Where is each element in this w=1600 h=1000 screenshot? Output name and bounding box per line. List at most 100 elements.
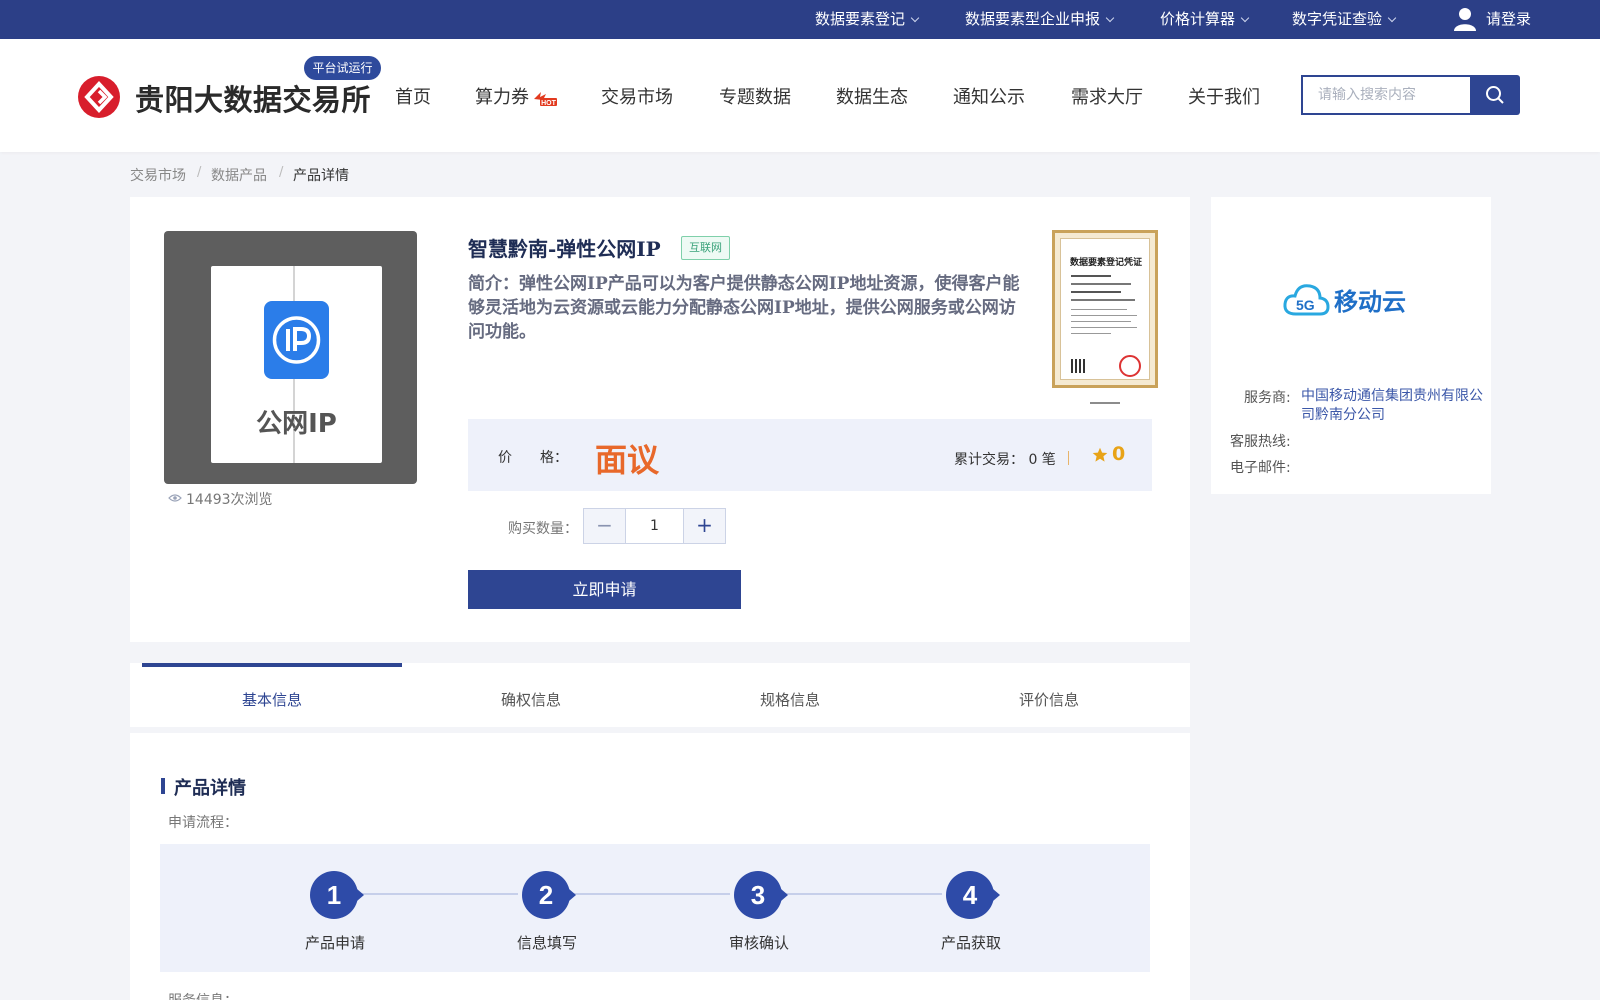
certificate-line [1071, 309, 1127, 310]
certificate-line [1071, 333, 1111, 334]
breadcrumb-current: 产品详情 [293, 168, 349, 184]
logo-icon[interactable] [78, 76, 120, 118]
product-image: 公网IP [164, 231, 417, 484]
flow-step-name: 产品获取 [940, 934, 1001, 952]
registration-certificate[interactable]: 数据要素登记凭证 [1052, 230, 1158, 388]
application-flow-label: 申请流程： [168, 815, 238, 831]
flow-step-name: 审核确认 [728, 934, 789, 952]
product-description: 简介：弹性公网IP产品可以为客户提供静态公网IP地址资源，使得客户能够灵活地为云… [468, 274, 1020, 342]
search-input[interactable] [1301, 75, 1471, 115]
provider-name[interactable]: 中国移动通信集团贵州有限公司黔南分公司 [1301, 387, 1487, 425]
certificate-line [1071, 321, 1131, 322]
product-image-label: 公网IP [256, 409, 337, 439]
hot-badge-icon: HOT [534, 92, 557, 107]
nav-demand-hall[interactable]: 需求大厅 [1071, 83, 1143, 109]
price-label: 价 格： [498, 450, 568, 466]
topbar-link-price-calculator[interactable]: 价格计算器 [1160, 0, 1250, 39]
trade-count: 累计交易： 0 笔 [954, 452, 1056, 468]
flow-connector [570, 893, 730, 895]
breadcrumb-data-products[interactable]: 数据产品 [211, 165, 267, 185]
chevron-down-icon [1105, 13, 1115, 23]
certificate-title: 数据要素登记凭证 [1069, 258, 1142, 268]
flow-step-name: 产品申请 [304, 934, 365, 952]
site-logo-text[interactable]: 贵阳大数据交易所 [135, 77, 371, 119]
flow-step-name: 信息填写 [516, 934, 577, 952]
search-button[interactable] [1470, 75, 1520, 115]
rating-score: 0 [1112, 443, 1126, 465]
certificate-line [1071, 327, 1137, 328]
vendor-logo-text: 移动云 [1334, 288, 1406, 316]
nav-topic-data[interactable]: 专题数据 [719, 83, 791, 109]
quantity-label: 购买数量： [508, 521, 578, 537]
chevron-down-icon [910, 13, 920, 23]
provider-label: 服务商: [1244, 390, 1291, 406]
quantity-input[interactable] [626, 509, 683, 543]
flow-step-number: 1 [310, 871, 364, 919]
breadcrumb-separator: / [279, 165, 284, 180]
chevron-down-icon [1387, 13, 1397, 23]
certificate-line [1071, 283, 1131, 285]
topbar-link-label: 价格计算器 [1160, 10, 1236, 28]
certificate-indicator [1090, 402, 1120, 404]
quantity-stepper: − + [583, 508, 726, 544]
category-tag: 互联网 [681, 236, 730, 260]
eye-icon [168, 494, 182, 502]
chevron-down-icon [1240, 13, 1250, 23]
tab-basic-info[interactable]: 基本信息 [142, 689, 402, 710]
certificate-line [1071, 291, 1121, 293]
ip-icon [272, 316, 321, 364]
apply-now-button[interactable]: 立即申请 [468, 570, 741, 609]
tab-spec-info[interactable]: 规格信息 [660, 689, 920, 710]
decrease-quantity-button[interactable]: − [584, 509, 626, 543]
email-label: 电子邮件: [1230, 460, 1291, 476]
topbar-link-label: 数字凭证查验 [1292, 10, 1383, 28]
nav-notices[interactable]: 通知公示 [953, 83, 1025, 109]
topbar-link-label: 数据要素型企业申报 [965, 10, 1101, 28]
vendor-logo-badge: 5G [1296, 297, 1315, 313]
flow-step-number: 3 [734, 871, 788, 919]
nav-about-us[interactable]: 关于我们 [1188, 83, 1260, 109]
site-header: 贵阳大数据交易所 平台试运行 首页 算力券 HOT 交易市场 专题数据 数据生态… [0, 39, 1600, 152]
topbar-link-registration[interactable]: 数据要素登记 [815, 0, 920, 39]
svg-text:HOT: HOT [541, 100, 557, 107]
certificate-paper: 数据要素登记凭证 [1060, 238, 1150, 380]
hotline-label: 客服热线: [1230, 434, 1291, 450]
active-tab-indicator [142, 663, 402, 667]
tab-ownership-info[interactable]: 确权信息 [401, 689, 661, 710]
vendor-logo: 5G 移动云 [1283, 284, 1406, 316]
ip-tile [264, 301, 329, 379]
seal-icon [1119, 355, 1141, 377]
price-bar-divider [1068, 451, 1069, 465]
certificate-line [1071, 299, 1135, 301]
nav-compute-voucher[interactable]: 算力券 [475, 83, 529, 109]
flow-connector [358, 893, 518, 895]
section-marker [161, 778, 165, 794]
login-link[interactable]: 请登录 [1486, 0, 1531, 39]
nav-data-ecosystem[interactable]: 数据生态 [836, 83, 908, 109]
topbar-link-certificate-verify[interactable]: 数字凭证查验 [1292, 0, 1397, 39]
flow-step-number: 2 [522, 871, 576, 919]
search-icon [1486, 86, 1504, 104]
certificate-line [1071, 315, 1137, 316]
section-title: 产品详情 [174, 778, 246, 799]
trial-badge: 平台试运行 [304, 56, 381, 80]
increase-quantity-button[interactable]: + [683, 509, 725, 543]
top-bar: 数据要素登记 数据要素型企业申报 价格计算器 数字凭证查验 请登录 [0, 0, 1600, 39]
service-info-label: 服务信息： [168, 990, 238, 1000]
view-count: 14493次浏览 [186, 492, 273, 508]
topbar-link-enterprise-apply[interactable]: 数据要素型企业申报 [965, 0, 1115, 39]
nav-trading-market[interactable]: 交易市场 [601, 83, 673, 109]
price-value: 面议 [595, 441, 660, 479]
qr-code-icon [1071, 359, 1085, 373]
flow-connector [782, 893, 942, 895]
flow-step-number: 4 [946, 871, 1000, 919]
breadcrumb-separator: / [197, 165, 202, 180]
nav-home[interactable]: 首页 [395, 83, 431, 109]
breadcrumb-trading-market[interactable]: 交易市场 [130, 165, 186, 185]
user-icon[interactable] [1452, 6, 1478, 32]
star-icon [1092, 447, 1108, 462]
topbar-link-label: 数据要素登记 [815, 10, 906, 28]
certificate-line [1071, 275, 1111, 277]
product-title: 智慧黔南-弹性公网IP [468, 237, 661, 261]
tab-review-info[interactable]: 评价信息 [919, 689, 1179, 710]
